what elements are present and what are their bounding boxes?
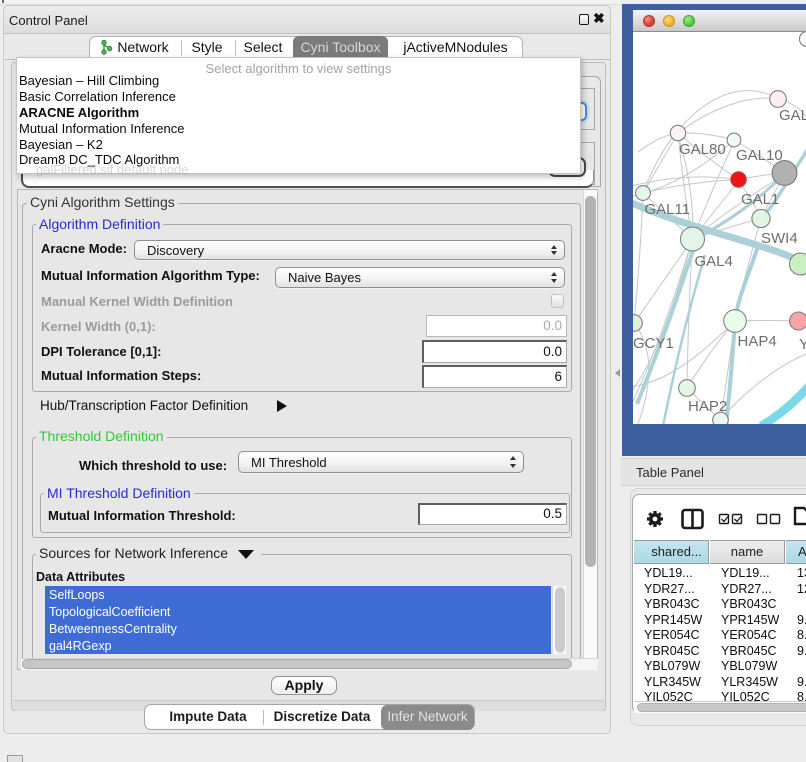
svg-text:SWI4: SWI4	[761, 230, 798, 247]
svg-text:GAL11: GAL11	[645, 201, 691, 218]
svg-text:GAL80: GAL80	[679, 141, 726, 158]
svg-text:GAL10: GAL10	[736, 147, 783, 164]
svg-text:HAP2: HAP2	[688, 398, 727, 415]
svg-text:Y: Y	[799, 336, 806, 353]
svg-text:GAL4: GAL4	[695, 253, 733, 270]
svg-text:GAL1: GAL1	[741, 191, 779, 208]
svg-text:GCY1: GCY1	[633, 335, 674, 352]
svg-text:HAP4: HAP4	[738, 333, 777, 350]
svg-text:GAL7: GAL7	[779, 107, 806, 124]
